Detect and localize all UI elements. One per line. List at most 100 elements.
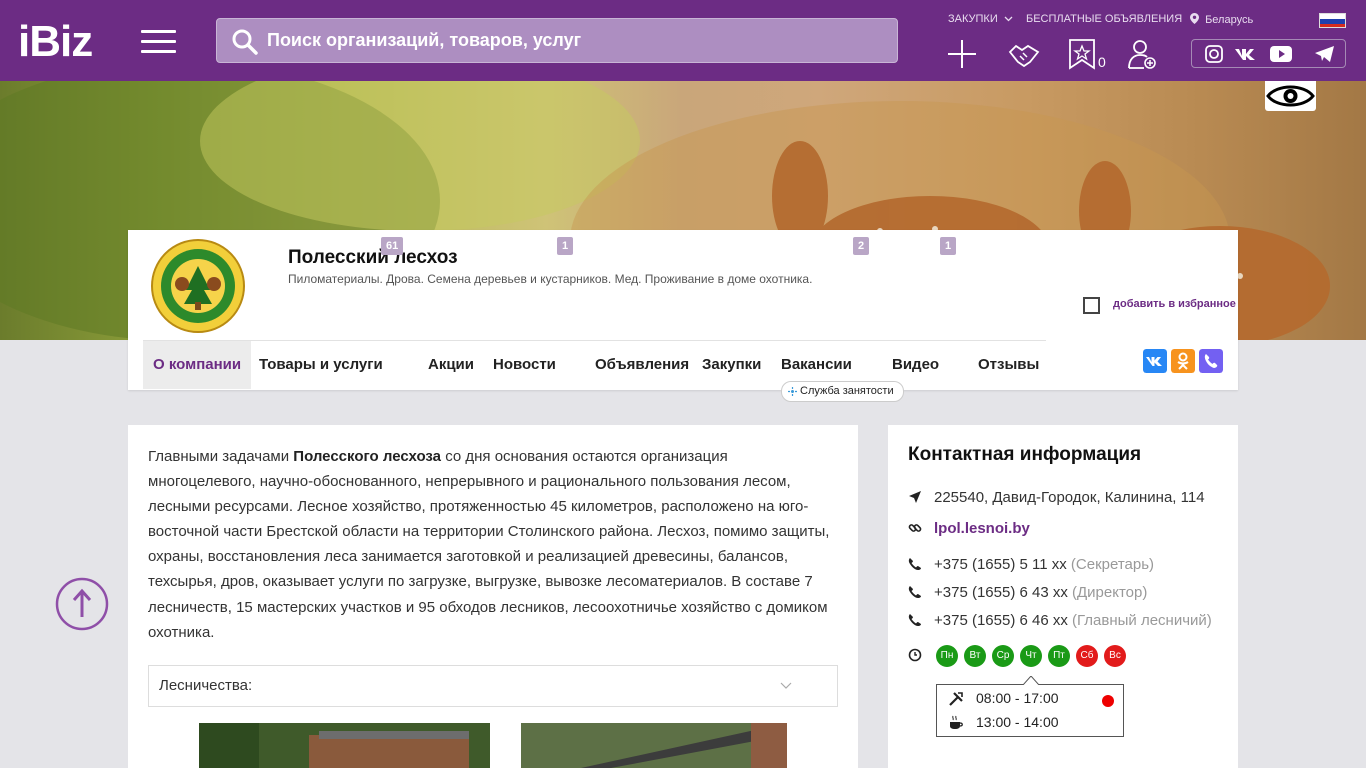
instagram-icon[interactable] xyxy=(1203,45,1225,63)
purchases-label: ЗАКУПКИ xyxy=(948,13,998,25)
share-viber-icon[interactable] xyxy=(1199,349,1223,373)
about-panel: Главными задачами Полесского лесхоза со … xyxy=(128,425,858,768)
about-text-company: Полесского лесхоза xyxy=(293,448,442,465)
link-icon xyxy=(908,524,922,532)
favorites-count: 0 xyxy=(1098,54,1106,70)
phone-entry: +375 (1655) 6 46 xx (Главный лесничий) xyxy=(934,612,1212,629)
tab-purchases[interactable]: Закупки xyxy=(702,341,761,389)
search-input[interactable] xyxy=(267,19,887,62)
phone-number[interactable]: +375 (1655) 5 11 xx xyxy=(934,556,1067,573)
tab-news[interactable]: Новости xyxy=(493,341,556,389)
location-pin-icon xyxy=(1190,13,1199,24)
about-text-rest: со дня основания остаются организация мн… xyxy=(148,448,830,641)
phone-note: (Секретарь) xyxy=(1070,556,1155,573)
search-icon[interactable] xyxy=(231,28,259,56)
favorites-star-icon[interactable] xyxy=(1066,38,1098,70)
company-emblem xyxy=(151,239,245,333)
tab-products[interactable]: Товары и услуги xyxy=(259,341,383,389)
phone-note: (Главный лесничий) xyxy=(1072,612,1212,629)
employment-service-icon xyxy=(788,387,797,396)
chevron-down-icon xyxy=(780,682,792,689)
work-hours-text: 08:00 - 17:00 xyxy=(976,690,1059,706)
about-text-start: Главными задачами xyxy=(148,448,294,465)
phone-number[interactable]: +375 (1655) 6 43 xx xyxy=(934,584,1068,601)
day-monday[interactable]: Пн xyxy=(936,645,958,667)
share-vk-icon[interactable] xyxy=(1143,349,1167,373)
add-favorite-label[interactable]: добавить в избранное xyxy=(1113,298,1236,310)
tab-reviews[interactable]: Отзывы xyxy=(978,341,1039,389)
day-tuesday[interactable]: Вт xyxy=(964,645,986,667)
coffee-cup-icon xyxy=(950,715,963,729)
hours-tooltip: 08:00 - 17:00 13:00 - 14:00 xyxy=(936,676,1124,737)
tab-promotions[interactable]: Акции xyxy=(428,341,474,389)
news-count-badge: 1 xyxy=(557,237,574,255)
day-sunday[interactable]: Вс xyxy=(1104,645,1126,667)
forestries-dropdown-label: Лесничества: xyxy=(159,677,253,694)
phone-note: (Директор) xyxy=(1072,584,1148,601)
add-user-icon[interactable] xyxy=(1126,38,1158,70)
handshake-icon[interactable] xyxy=(1008,38,1040,70)
scroll-up-icon[interactable] xyxy=(55,577,109,631)
phone-entry: +375 (1655) 5 11 xx (Секретарь) xyxy=(934,556,1154,573)
tab-label: Видео xyxy=(892,356,940,373)
social-links xyxy=(1191,39,1346,68)
free-ads-link[interactable]: БЕСПЛАТНЫЕ ОБЪЯВЛЕНИЯ xyxy=(1026,13,1182,25)
employment-service-link[interactable]: Служба занятости xyxy=(781,381,904,402)
tab-label: Товары и услуги xyxy=(259,356,383,373)
tab-label: Закупки xyxy=(702,356,762,373)
day-saturday[interactable]: Сб xyxy=(1076,645,1098,667)
add-favorite-checkbox[interactable] xyxy=(1083,297,1100,314)
russian-flag-icon[interactable] xyxy=(1319,13,1346,28)
share-odnoklassniki-icon[interactable] xyxy=(1171,349,1195,373)
plus-icon[interactable] xyxy=(946,38,978,70)
day-friday[interactable]: Пт xyxy=(1048,645,1070,667)
day-thursday[interactable]: Чт xyxy=(1020,645,1042,667)
vk-icon[interactable] xyxy=(1234,45,1256,63)
region-selector[interactable]: Беларусь xyxy=(1190,13,1253,26)
phone-icon xyxy=(908,614,921,626)
forestries-dropdown[interactable]: Лесничества: xyxy=(148,665,838,707)
ibiz-logo[interactable]: iBiz xyxy=(18,20,93,64)
search-bar[interactable] xyxy=(216,18,898,63)
tooltip-caret xyxy=(1023,676,1039,685)
address-text: 225540, Давид-Городок, Калинина, 114 xyxy=(934,489,1205,506)
lunch-hours-text: 13:00 - 14:00 xyxy=(976,714,1059,730)
navigation-arrow-icon xyxy=(909,491,921,503)
phone-icon xyxy=(908,586,921,598)
tab-label: Вакансии xyxy=(781,356,852,373)
clock-icon xyxy=(908,648,922,662)
video-count-badge: 1 xyxy=(940,237,957,255)
tab-label: О компании xyxy=(153,356,242,373)
purchases-menu[interactable]: ЗАКУПКИ xyxy=(948,13,1013,25)
phone-entry: +375 (1655) 6 43 xx (Директор) xyxy=(934,584,1147,601)
eye-icon xyxy=(1266,85,1315,107)
chevron-down-icon xyxy=(1004,16,1013,22)
company-name: Полесский лесхоз xyxy=(288,247,458,268)
website-link[interactable]: lpol.lesnoi.by xyxy=(934,520,1030,537)
tab-ads[interactable]: Объявления xyxy=(595,341,689,389)
tab-label: Новости xyxy=(493,356,556,373)
tab-label: Объявления xyxy=(595,356,690,373)
contact-title: Контактная информация xyxy=(908,444,1142,465)
about-text: Главными задачами Полесского лесхоза со … xyxy=(148,444,838,645)
forestry-photo[interactable] xyxy=(199,723,490,768)
vacancies-count-badge: 2 xyxy=(853,237,870,255)
tools-icon xyxy=(949,692,963,706)
phone-number[interactable]: +375 (1655) 6 46 xx xyxy=(934,612,1068,629)
products-count-badge: 61 xyxy=(381,237,404,255)
youtube-icon[interactable] xyxy=(1270,45,1292,63)
tab-about[interactable]: О компании xyxy=(143,341,252,389)
company-card: Полесский лесхоз Пиломатериалы. Дрова. С… xyxy=(128,230,1238,390)
top-header: iBiz ЗАКУПКИ БЕСПЛАТНЫЕ ОБЪЯВЛЕНИЯ Белар… xyxy=(0,0,1366,81)
company-description: Пиломатериалы. Дрова. Семена деревьев и … xyxy=(288,272,813,286)
accessibility-eye-button[interactable] xyxy=(1265,81,1316,111)
region-label: Беларусь xyxy=(1205,14,1254,26)
menu-burger-icon[interactable] xyxy=(141,30,176,54)
day-wednesday[interactable]: Ср xyxy=(992,645,1014,667)
employment-service-label: Служба занятости xyxy=(800,385,894,397)
forestry-photo[interactable] xyxy=(521,723,787,768)
tab-label: Отзывы xyxy=(978,356,1040,373)
tab-label: Акции xyxy=(428,356,475,373)
telegram-icon[interactable] xyxy=(1314,45,1336,63)
phone-icon xyxy=(908,558,921,570)
